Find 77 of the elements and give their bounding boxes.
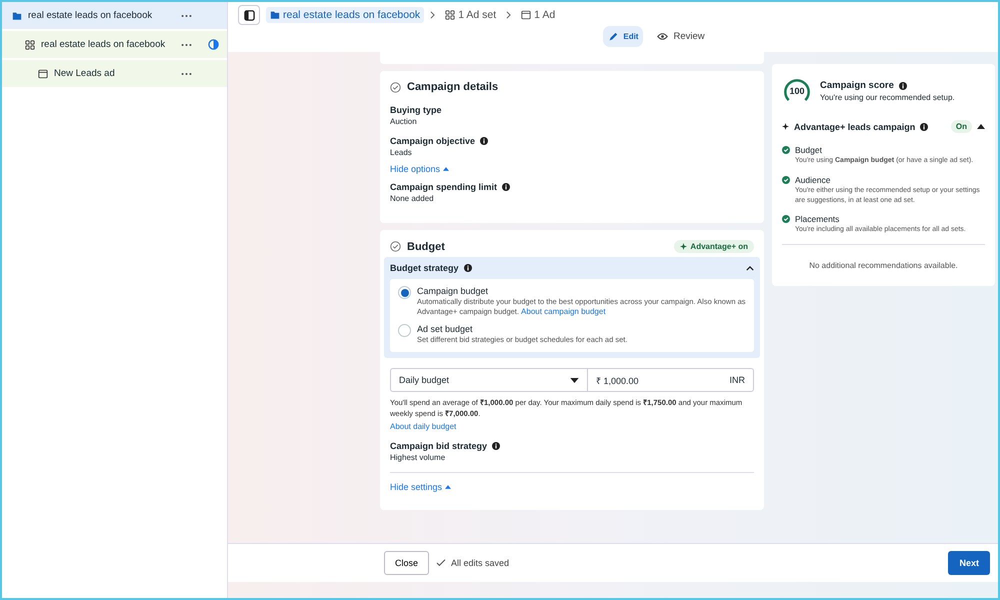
info-icon [920, 122, 928, 130]
sparkle-icon [782, 123, 789, 130]
about-link[interactable]: About campaign budget [521, 307, 606, 316]
item-label: New Leads ad [54, 68, 116, 79]
recommendations-note: No additional recommendations available. [808, 260, 959, 272]
mode-tab[interactable]: Review [649, 26, 713, 47]
eye-icon [657, 32, 668, 41]
sparkle-icon [680, 243, 688, 250]
next-button[interactable]: Next [948, 551, 990, 575]
window-icon [38, 68, 48, 78]
hide-settings-link[interactable]: Hide settings [390, 482, 754, 492]
close-button[interactable]: Close [384, 551, 430, 575]
sidebar-item[interactable]: New Leads ad [2, 60, 227, 87]
sidebar-item[interactable]: real estate leads on facebook [2, 2, 227, 29]
check-title: Budget [795, 145, 823, 155]
option-label: Ad set budget [417, 324, 474, 334]
breadcrumb-link[interactable]: real estate leads on facebook [266, 7, 424, 23]
caret-up-icon [445, 485, 452, 490]
score-value: 100 [788, 86, 806, 96]
field-label: Campaign objective [390, 136, 476, 146]
caret-up-icon [443, 167, 450, 171]
item-label: real estate leads on facebook [41, 39, 166, 50]
about-daily-budget-link[interactable]: About daily budget [390, 422, 754, 432]
folder-icon [12, 10, 22, 20]
half-circle-icon [208, 39, 219, 50]
section-title: Budget strategy [390, 263, 459, 273]
card-title: Campaign details [407, 81, 498, 93]
mode-tab[interactable]: Edit [603, 26, 644, 47]
status-badge: On [950, 120, 972, 133]
more-icon[interactable] [181, 14, 192, 18]
field-label: Campaign bid strategy [390, 441, 488, 452]
info-icon [492, 442, 500, 450]
chevron-up-icon[interactable] [746, 266, 754, 270]
radio-button[interactable] [398, 324, 411, 337]
pencil-icon [608, 32, 618, 42]
more-icon[interactable] [181, 42, 192, 46]
save-status: All edits saved [451, 558, 510, 568]
hide-options-link[interactable]: Hide options [390, 164, 754, 174]
card-title: Budget [407, 240, 445, 252]
radio-button[interactable] [398, 286, 411, 299]
chevron-right-icon [506, 11, 512, 19]
window-icon [521, 10, 532, 20]
field-value: None added [390, 194, 435, 203]
grid-icon [25, 40, 35, 50]
advantage-label: Advantage+ leads campaign [794, 122, 916, 132]
score-subtitle: You're using our recommended setup. [820, 93, 955, 102]
info-icon [464, 264, 472, 272]
field-value: Leads [390, 148, 413, 157]
check-circle-icon [390, 241, 401, 252]
item-label: real estate leads on facebook [28, 10, 154, 21]
breadcrumb-link[interactable]: 1 Ad set [441, 7, 500, 23]
check-icon [782, 176, 790, 184]
grid-icon [445, 10, 456, 20]
option-label: Campaign budget [417, 286, 490, 296]
info-icon [502, 183, 510, 191]
check-circle-icon [390, 82, 401, 92]
score-title: Campaign score [820, 80, 894, 91]
caret-up-icon[interactable] [977, 124, 985, 129]
panel-icon [244, 10, 254, 20]
breadcrumb-link[interactable]: 1 Ad [517, 7, 560, 23]
sidebar-toggle-button[interactable] [238, 5, 260, 25]
status-badge: Advantage+ on [674, 240, 754, 253]
folder-icon [270, 10, 280, 20]
info-icon [898, 82, 907, 90]
info-icon [480, 137, 488, 145]
check-icon [782, 146, 790, 154]
check-icon [782, 215, 790, 224]
chevron-right-icon [430, 11, 436, 19]
field-label: Campaign spending limit [390, 182, 498, 192]
check-title: Audience [795, 174, 832, 185]
field-label: Buying type [390, 105, 442, 115]
check-icon [436, 559, 446, 567]
field-value: Highest volume [390, 453, 446, 462]
sidebar-item[interactable]: real estate leads on facebook [2, 31, 227, 58]
more-icon[interactable] [181, 72, 192, 76]
field-value: Auction [390, 117, 418, 126]
check-title: Placements [795, 214, 840, 224]
